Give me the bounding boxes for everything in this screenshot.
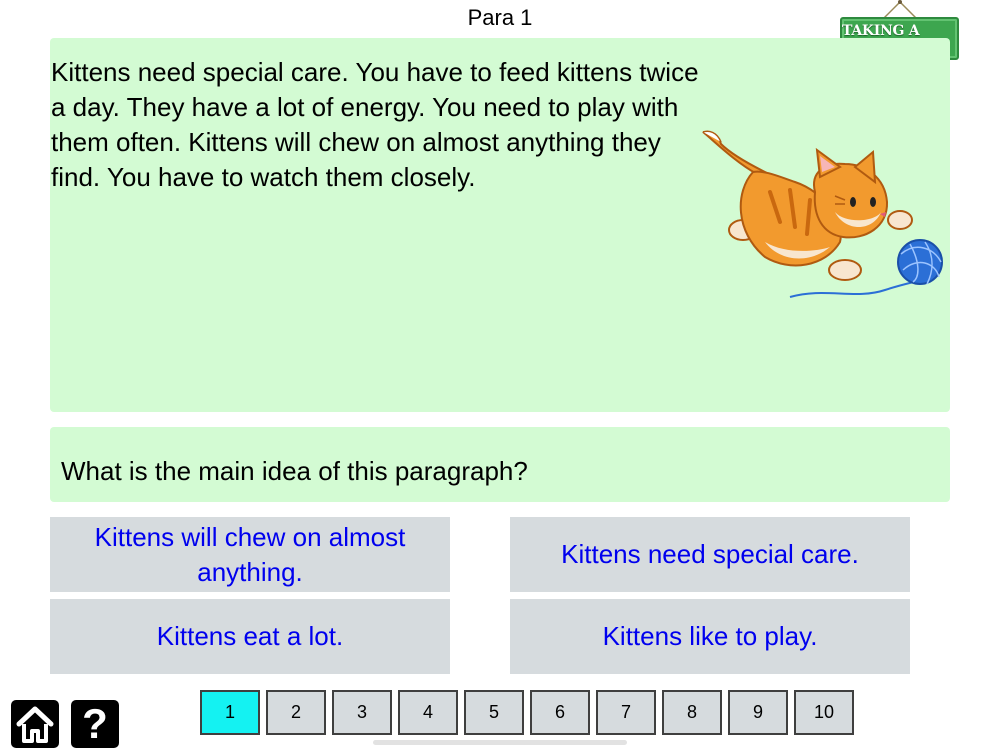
page-button-2[interactable]: 2 <box>266 690 326 735</box>
page-button-4[interactable]: 4 <box>398 690 458 735</box>
help-button[interactable]: ? <box>71 700 119 748</box>
page-button-8[interactable]: 8 <box>662 690 722 735</box>
page-button-1[interactable]: 1 <box>200 690 260 735</box>
page: Para 1 TAKING A BREAK Kittens need speci… <box>0 0 1000 750</box>
answer-option-4[interactable]: Kittens like to play. <box>510 599 910 674</box>
passage-text: Kittens need special care. You have to f… <box>51 57 699 192</box>
page-button-7[interactable]: 7 <box>596 690 656 735</box>
home-indicator-bar <box>373 740 627 745</box>
page-button-9[interactable]: 9 <box>728 690 788 735</box>
page-button-3[interactable]: 3 <box>332 690 392 735</box>
question-text: What is the main idea of this paragraph? <box>61 456 528 486</box>
home-button[interactable] <box>11 700 59 748</box>
page-button-10[interactable]: 10 <box>794 690 854 735</box>
page-button-5[interactable]: 5 <box>464 690 524 735</box>
answer-option-2[interactable]: Kittens need special care. <box>510 517 910 592</box>
answer-option-3[interactable]: Kittens eat a lot. <box>50 599 450 674</box>
answer-option-1[interactable]: Kittens will chew on almost anything. <box>50 517 450 592</box>
home-icon <box>11 700 59 748</box>
page-button-6[interactable]: 6 <box>530 690 590 735</box>
help-icon: ? <box>71 700 119 748</box>
kitten-with-yarn-image <box>702 130 943 298</box>
